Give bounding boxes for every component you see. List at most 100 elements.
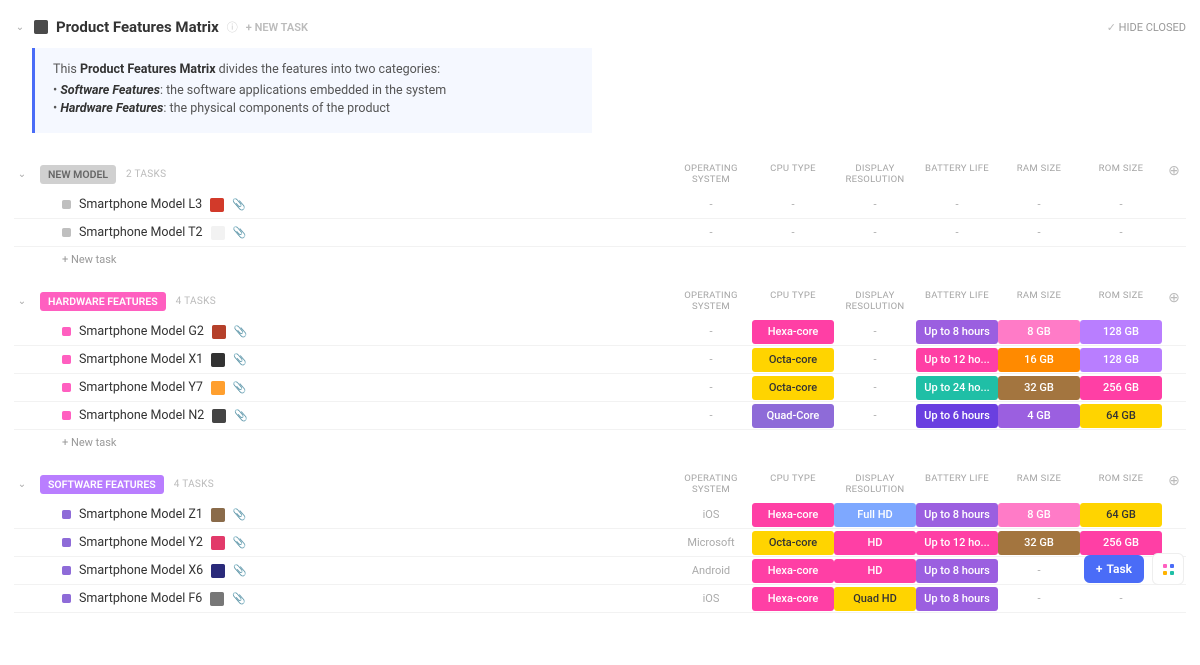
task-name[interactable]: Smartphone Model X1	[79, 352, 203, 367]
task-row[interactable]: Smartphone Model Z1 📎 iOSHexa-coreFull HDU…	[14, 501, 1186, 529]
task-name[interactable]: Smartphone Model Y7	[79, 380, 203, 395]
task-row[interactable]: Smartphone Model X1📎-Octa-core-Up to 12 …	[14, 346, 1186, 374]
cell[interactable]: Up to 6 hours	[916, 404, 998, 428]
column-header[interactable]: RAM SIZE	[998, 290, 1080, 312]
cell[interactable]: Hexa-core	[752, 320, 834, 344]
cell[interactable]: Up to 24 ho...	[916, 376, 998, 400]
task-row[interactable]: Smartphone Model T2📎------	[14, 219, 1186, 247]
cell[interactable]: -	[834, 404, 916, 428]
cell[interactable]: 256 GB	[1080, 376, 1162, 400]
status-square[interactable]	[62, 200, 71, 209]
attachment-icon[interactable]: 📎	[234, 325, 248, 338]
cell[interactable]: Hexa-core	[752, 559, 834, 583]
add-column-button[interactable]: ⊕	[1162, 163, 1186, 185]
task-name[interactable]: Smartphone Model Y2	[79, 535, 203, 550]
column-header[interactable]: OPERATING SYSTEM	[670, 163, 752, 185]
task-name[interactable]: Smartphone Model L3	[79, 197, 202, 212]
collapse-group-icon[interactable]: ⌄	[14, 169, 30, 180]
cell[interactable]: -	[1080, 221, 1162, 245]
new-task-row-button[interactable]: + New task	[14, 430, 1186, 449]
column-header[interactable]: OPERATING SYSTEM	[670, 290, 752, 312]
cell[interactable]: 16 GB	[998, 348, 1080, 372]
cell[interactable]: Quad-Core	[752, 404, 834, 428]
cell[interactable]: Android	[670, 559, 752, 583]
cell[interactable]: Up to 8 hours	[916, 320, 998, 344]
attachment-icon[interactable]: 📎	[233, 564, 247, 577]
collapse-list-icon[interactable]: ⌄	[14, 22, 26, 33]
attachment-icon[interactable]: 📎	[233, 353, 247, 366]
cell[interactable]: 4 GB	[998, 404, 1080, 428]
column-header[interactable]: ROM SIZE	[1080, 290, 1162, 312]
add-column-button[interactable]: ⊕	[1162, 473, 1186, 495]
cell[interactable]: 64 GB	[1080, 404, 1162, 428]
cell[interactable]: Up to 12 ho...	[916, 531, 998, 555]
cell[interactable]: -	[670, 320, 752, 344]
cell[interactable]: -	[834, 376, 916, 400]
attachment-icon[interactable]: 📎	[233, 381, 247, 394]
cell[interactable]: Up to 8 hours	[916, 559, 998, 583]
column-header[interactable]: ROM SIZE	[1080, 473, 1162, 495]
group-name-badge[interactable]: SOFTWARE FEATURES	[40, 475, 164, 494]
cell[interactable]: -	[916, 221, 998, 245]
cell[interactable]: Octa-core	[752, 531, 834, 555]
cell[interactable]: Up to 8 hours	[916, 503, 998, 527]
cell[interactable]: Full HD	[834, 503, 916, 527]
column-header[interactable]: BATTERY LIFE	[916, 163, 998, 185]
cell[interactable]: 32 GB	[998, 376, 1080, 400]
task-row[interactable]: Smartphone Model N2📎-Quad-Core-Up to 6 h…	[14, 402, 1186, 430]
task-name[interactable]: Smartphone Model X6	[79, 563, 203, 578]
task-name[interactable]: Smartphone Model T2	[79, 225, 203, 240]
new-task-floating-button[interactable]: + Task	[1084, 555, 1144, 583]
task-row[interactable]: Smartphone Model Y7📎-Octa-core-Up to 24 …	[14, 374, 1186, 402]
cell[interactable]: Hexa-core	[752, 503, 834, 527]
cell[interactable]: -	[670, 404, 752, 428]
cell[interactable]: iOS	[670, 503, 752, 527]
task-name[interactable]: Smartphone Model N2	[79, 408, 204, 423]
cell[interactable]: HD	[834, 531, 916, 555]
status-square[interactable]	[62, 510, 71, 519]
cell[interactable]: -	[834, 320, 916, 344]
attachment-icon[interactable]: 📎	[233, 508, 247, 521]
cell[interactable]: -	[834, 221, 916, 245]
cell[interactable]: 64 GB	[1080, 503, 1162, 527]
cell[interactable]: -	[670, 348, 752, 372]
cell[interactable]: -	[752, 221, 834, 245]
cell[interactable]: -	[998, 193, 1080, 217]
cell[interactable]: Octa-core	[752, 348, 834, 372]
apps-button[interactable]	[1152, 553, 1184, 585]
status-square[interactable]	[62, 327, 71, 336]
cell[interactable]: -	[670, 376, 752, 400]
collapse-group-icon[interactable]: ⌄	[14, 479, 30, 490]
cell[interactable]: -	[752, 193, 834, 217]
status-square[interactable]	[62, 228, 71, 237]
column-header[interactable]: BATTERY LIFE	[916, 473, 998, 495]
status-square[interactable]	[62, 566, 71, 575]
cell[interactable]: -	[998, 559, 1080, 583]
column-header[interactable]: CPU TYPE	[752, 473, 834, 495]
new-task-header-button[interactable]: + NEW TASK	[246, 21, 308, 34]
cell[interactable]: 8 GB	[998, 320, 1080, 344]
cell[interactable]: 256 GB	[1080, 531, 1162, 555]
attachment-icon[interactable]: 📎	[233, 226, 247, 239]
cell[interactable]: 8 GB	[998, 503, 1080, 527]
cell[interactable]: 32 GB	[998, 531, 1080, 555]
task-row[interactable]: Smartphone Model L3📎------	[14, 191, 1186, 219]
column-header[interactable]: BATTERY LIFE	[916, 290, 998, 312]
task-name[interactable]: Smartphone Model G2	[79, 324, 204, 339]
attachment-icon[interactable]: 📎	[232, 198, 246, 211]
column-header[interactable]: RAM SIZE	[998, 473, 1080, 495]
collapse-group-icon[interactable]: ⌄	[14, 296, 30, 307]
cell[interactable]: -	[834, 193, 916, 217]
info-icon[interactable]: ⓘ	[227, 19, 238, 35]
column-header[interactable]: ROM SIZE	[1080, 163, 1162, 185]
cell[interactable]: -	[670, 221, 752, 245]
column-header[interactable]: CPU TYPE	[752, 163, 834, 185]
task-name[interactable]: Smartphone Model Z1	[79, 507, 203, 522]
cell[interactable]: -	[998, 221, 1080, 245]
cell[interactable]: 128 GB	[1080, 320, 1162, 344]
new-task-row-button[interactable]: + New task	[14, 247, 1186, 266]
status-square[interactable]	[62, 411, 71, 420]
cell[interactable]: Octa-core	[752, 376, 834, 400]
column-header[interactable]: DISPLAY RESOLUTION	[834, 473, 916, 495]
column-header[interactable]: OPERATING SYSTEM	[670, 473, 752, 495]
